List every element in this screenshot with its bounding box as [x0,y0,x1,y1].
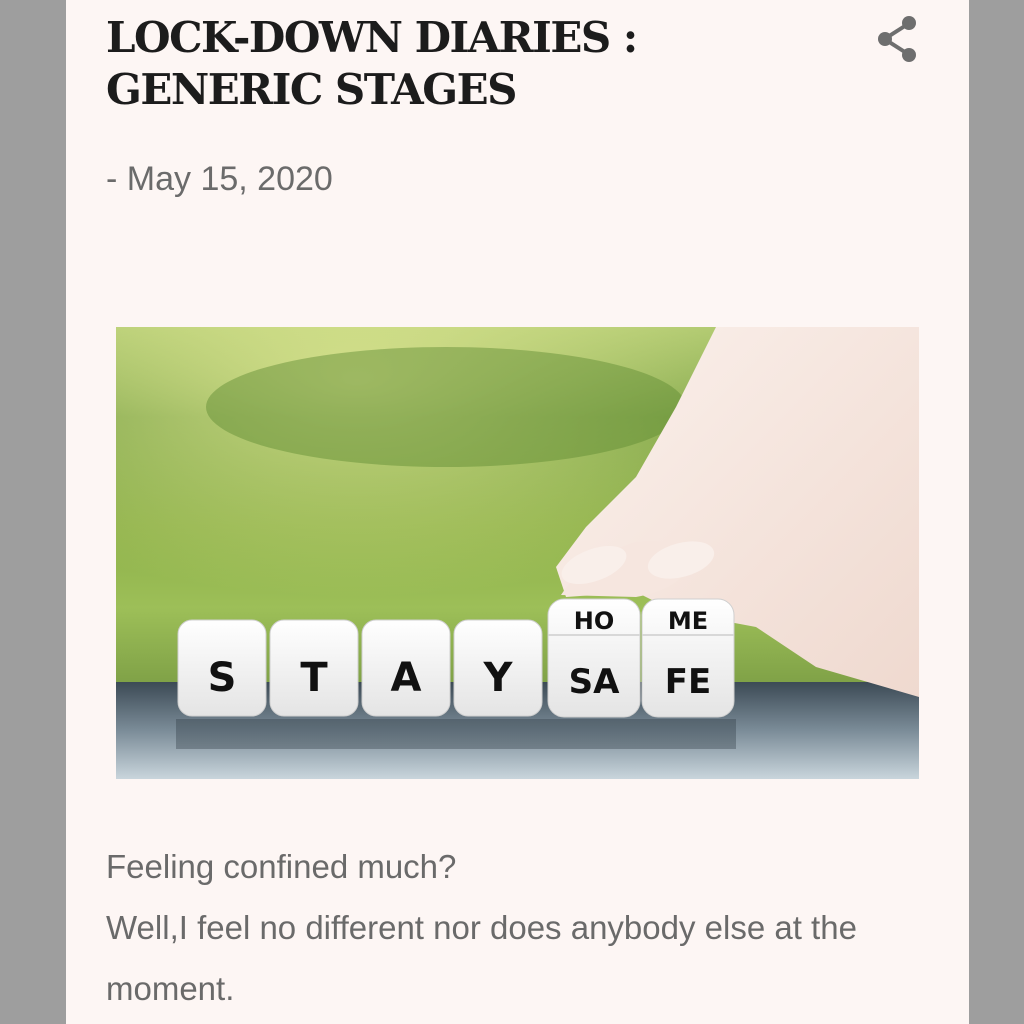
die-letter: HO [574,607,615,635]
blog-post: LOCK-DOWN DIARIES : GENERIC STAGES - May… [66,0,969,1024]
body-paragraph: Feeling confined much? [106,848,457,885]
die-letter: A [391,655,422,701]
post-image: S T A Y SA FE HO ME [116,327,919,779]
stay-safe-dice-photo: S T A Y SA FE HO ME [116,327,919,779]
post-title: LOCK-DOWN DIARIES : GENERIC STAGES [106,13,638,114]
post-body: Feeling confined much? Well,I feel no di… [106,836,926,1019]
die-letter: FE [665,662,711,702]
share-button[interactable] [872,14,924,66]
die-letter: ME [668,607,708,635]
body-paragraph: Well,I feel no different nor does anybod… [106,909,857,1007]
share-icon [878,16,916,62]
die-letter: S [208,655,237,701]
die-letter: T [300,655,328,701]
die-letter: SA [569,662,620,702]
die-letter: Y [483,655,514,701]
post-date: - May 15, 2020 [106,160,333,198]
